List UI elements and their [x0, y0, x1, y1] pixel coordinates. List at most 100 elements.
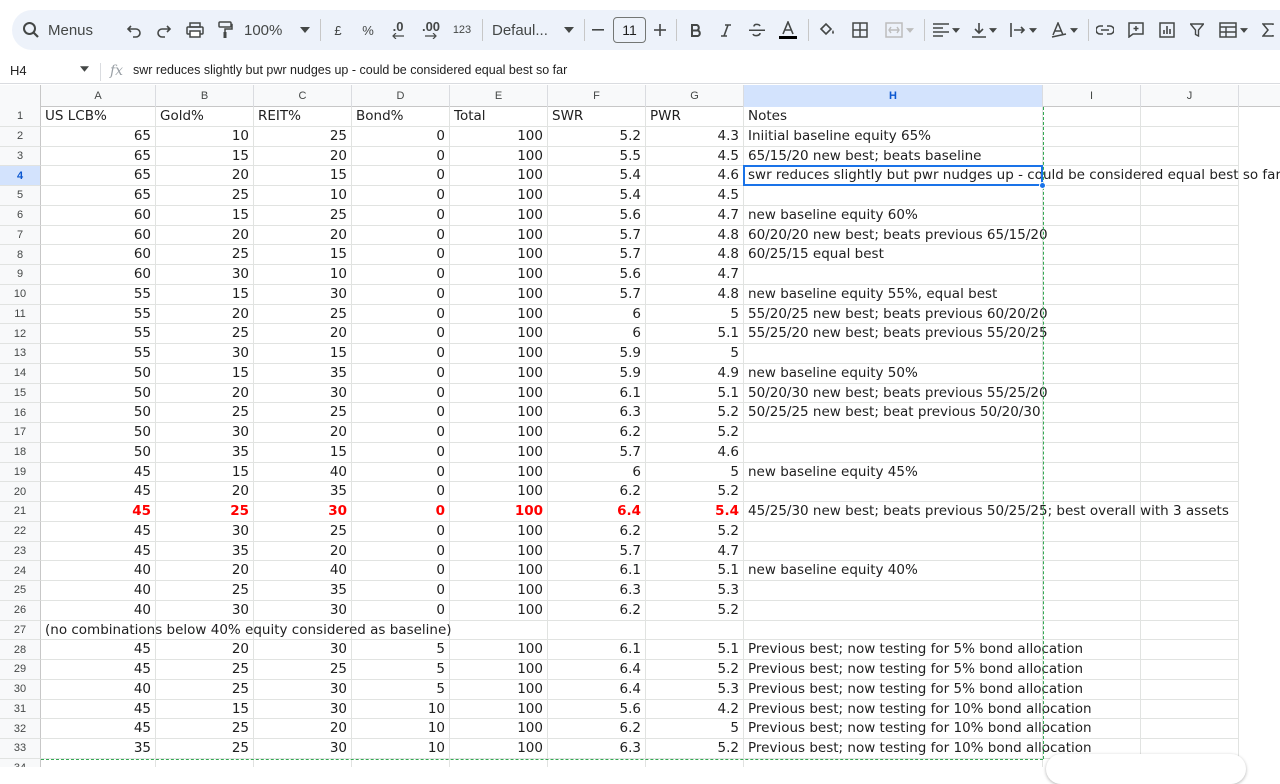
cell-i1[interactable] [1043, 107, 1141, 127]
cell-j15[interactable] [1141, 383, 1239, 404]
row-header-3[interactable]: 3 [0, 146, 41, 167]
cell-c26[interactable]: 30 [254, 600, 352, 621]
insert-link-button[interactable] [1094, 10, 1116, 50]
cell-a9[interactable]: 60 [41, 265, 156, 285]
cell-h23[interactable] [744, 541, 1043, 562]
cell-e33[interactable]: 100 [450, 739, 548, 759]
cell-a13[interactable]: 55 [41, 344, 156, 364]
cell-e6[interactable]: 100 [450, 205, 548, 226]
cell-j31[interactable] [1141, 699, 1239, 720]
cell-b4[interactable]: 20 [156, 166, 254, 186]
cell-g14[interactable]: 4.9 [646, 363, 744, 384]
cell-j26[interactable] [1141, 600, 1239, 621]
cell-g24[interactable]: 5.1 [646, 561, 744, 581]
increase-font-size-button[interactable] [652, 10, 668, 50]
decrease-font-size-button[interactable] [590, 10, 606, 50]
cell-h33[interactable]: Previous best; now testing for 10% bond … [744, 739, 1092, 759]
fill-handle[interactable] [1039, 182, 1046, 189]
cell-g33[interactable]: 5.2 [646, 739, 744, 759]
row-header-6[interactable]: 6 [0, 205, 41, 226]
decrease-decimals-button[interactable]: .0 [386, 10, 410, 50]
cell-i26[interactable] [1043, 600, 1141, 621]
table-button[interactable] [1216, 10, 1250, 50]
cell-i18[interactable] [1043, 442, 1141, 463]
cell-j19[interactable] [1141, 462, 1239, 483]
cell-b29[interactable]: 25 [156, 660, 254, 680]
cell-d4[interactable]: 0 [352, 166, 450, 186]
cell-f6[interactable]: 5.6 [548, 205, 646, 226]
chevron-down-icon[interactable] [80, 66, 89, 72]
cell-b5[interactable]: 25 [156, 186, 254, 206]
cell-e8[interactable]: 100 [450, 245, 548, 265]
cell-f29[interactable]: 6.4 [548, 660, 646, 680]
cell-c12[interactable]: 20 [254, 324, 352, 344]
cell-j28[interactable] [1141, 640, 1239, 660]
cell-i5[interactable] [1043, 186, 1141, 206]
cell-d1[interactable]: Bond% [352, 107, 450, 127]
row-header-17[interactable]: 17 [0, 423, 41, 443]
cell-e5[interactable]: 100 [450, 186, 548, 206]
cell-j8[interactable] [1141, 245, 1239, 265]
cell-a23[interactable]: 45 [41, 541, 156, 562]
cell-j12[interactable] [1141, 324, 1239, 344]
cell-d17[interactable]: 0 [352, 423, 450, 443]
cell-d22[interactable]: 0 [352, 521, 450, 542]
cell-i24[interactable] [1043, 561, 1141, 581]
cell-b21[interactable]: 25 [156, 502, 254, 522]
cell-a28[interactable]: 45 [41, 640, 156, 660]
cell-d21[interactable]: 0 [352, 502, 450, 522]
cell-i3[interactable] [1043, 146, 1141, 167]
cell-h22[interactable] [744, 521, 1043, 542]
cell-h31[interactable]: Previous best; now testing for 10% bond … [744, 699, 1092, 720]
cell-c8[interactable]: 15 [254, 245, 352, 265]
cell-a2[interactable]: 65 [41, 126, 156, 147]
cell-e27[interactable] [450, 620, 548, 641]
row-header-22[interactable]: 22 [0, 521, 41, 542]
cell-e16[interactable]: 100 [450, 403, 548, 423]
cell-h12[interactable]: 55/25/20 new best; beats previous 55/20/… [744, 324, 1048, 344]
cell-h15[interactable]: 50/20/30 new best; beats previous 55/25/… [744, 383, 1048, 404]
cell-f18[interactable]: 5.7 [548, 442, 646, 463]
cell-b34[interactable] [156, 758, 254, 767]
row-header-32[interactable]: 32 [0, 719, 41, 739]
cell-d5[interactable]: 0 [352, 186, 450, 206]
row-header-33[interactable]: 33 [0, 739, 41, 759]
cell-e17[interactable]: 100 [450, 423, 548, 443]
cell-d30[interactable]: 5 [352, 679, 450, 700]
text-wrapping-button[interactable] [1006, 10, 1040, 50]
cell-e1[interactable]: Total [450, 107, 548, 127]
row-header-31[interactable]: 31 [0, 699, 41, 720]
cell-c29[interactable]: 25 [254, 660, 352, 680]
cell-h5[interactable] [744, 186, 1043, 206]
filter-button[interactable] [1186, 10, 1208, 50]
cell-b1[interactable]: Gold% [156, 107, 254, 127]
cell-f5[interactable]: 5.4 [548, 186, 646, 206]
cell-a31[interactable]: 45 [41, 699, 156, 720]
cell-a7[interactable]: 60 [41, 225, 156, 246]
cell-b28[interactable]: 20 [156, 640, 254, 660]
cell-f23[interactable]: 5.7 [548, 541, 646, 562]
row-header-26[interactable]: 26 [0, 600, 41, 621]
cell-e29[interactable]: 100 [450, 660, 548, 680]
cell-i17[interactable] [1043, 423, 1141, 443]
cell-i23[interactable] [1043, 541, 1141, 562]
cell-d18[interactable]: 0 [352, 442, 450, 463]
cell-j9[interactable] [1141, 265, 1239, 285]
cell-h24[interactable]: new baseline equity 40% [744, 561, 1043, 581]
cell-b12[interactable]: 25 [156, 324, 254, 344]
cell-d6[interactable]: 0 [352, 205, 450, 226]
cell-a17[interactable]: 50 [41, 423, 156, 443]
borders-button[interactable] [849, 10, 871, 50]
cell-h21[interactable]: 45/25/30 new best; beats previous 50/25/… [744, 502, 1229, 522]
cell-d7[interactable]: 0 [352, 225, 450, 246]
cell-d16[interactable]: 0 [352, 403, 450, 423]
cell-a32[interactable]: 45 [41, 719, 156, 739]
cell-a26[interactable]: 40 [41, 600, 156, 621]
cell-i11[interactable] [1043, 304, 1141, 325]
cell-e3[interactable]: 100 [450, 146, 548, 167]
row-header-4[interactable]: 4 [0, 166, 41, 186]
cell-c17[interactable]: 20 [254, 423, 352, 443]
cell-f14[interactable]: 5.9 [548, 363, 646, 384]
cell-h34[interactable] [744, 758, 1043, 767]
cell-g7[interactable]: 4.8 [646, 225, 744, 246]
